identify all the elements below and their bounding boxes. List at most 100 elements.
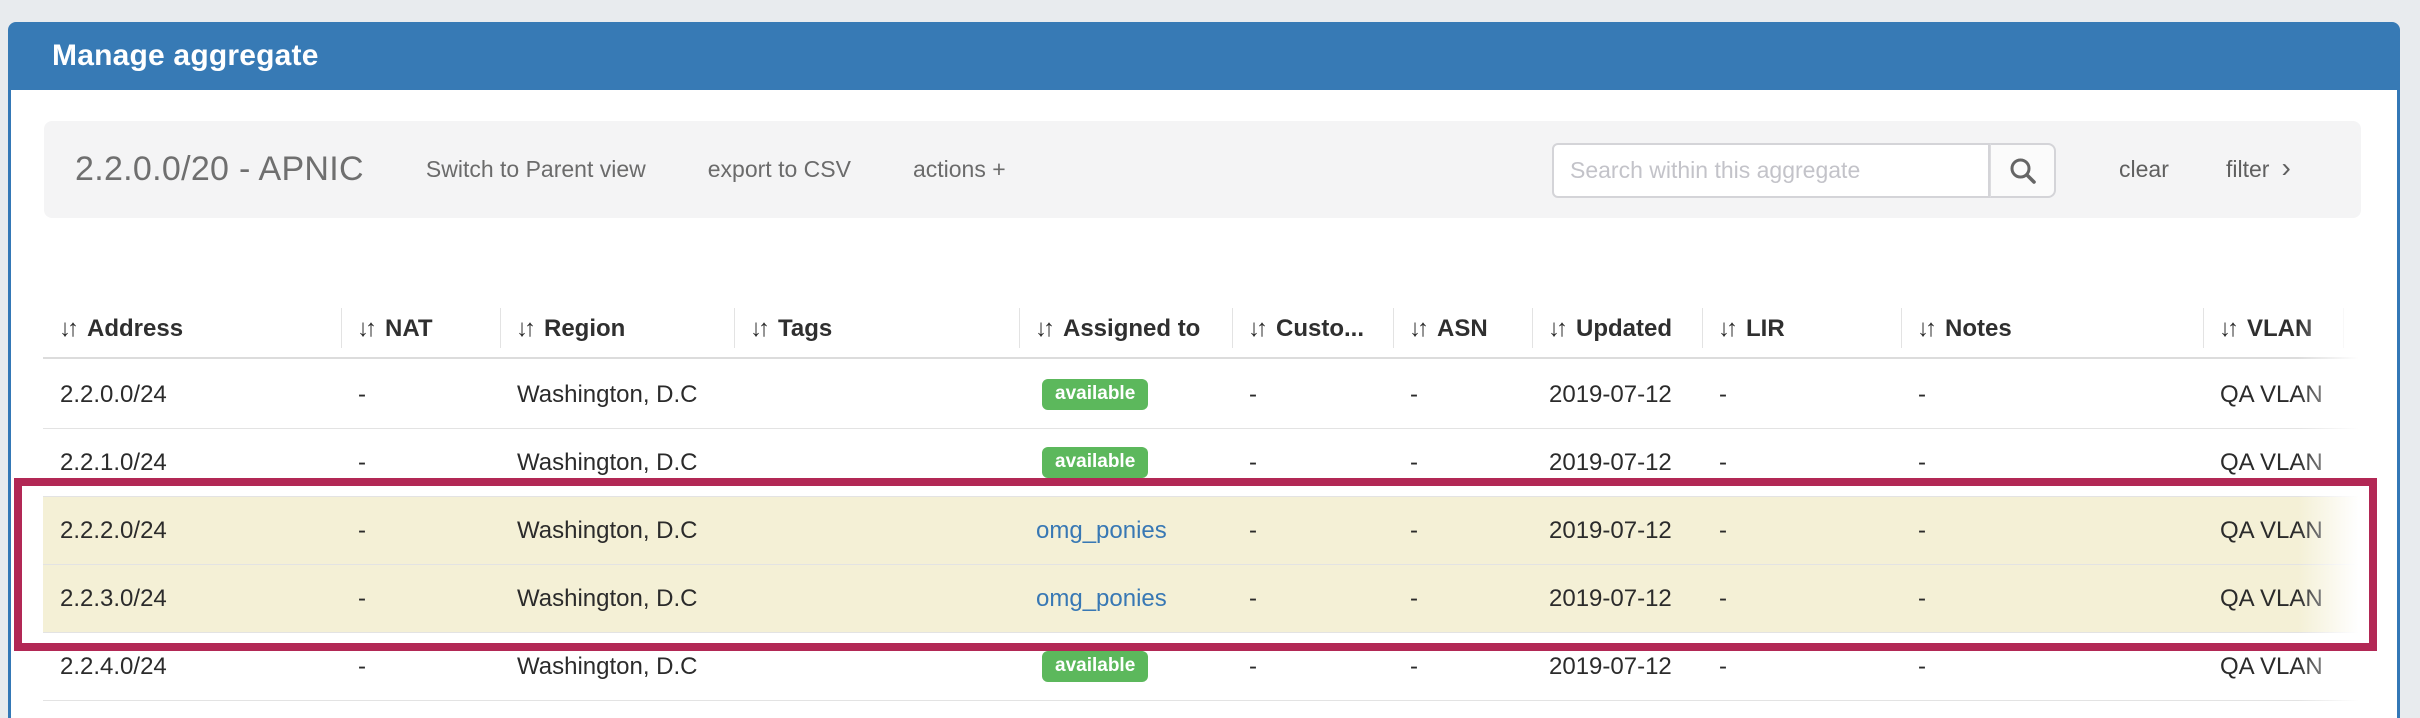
cell-notes: - xyxy=(1901,361,2203,428)
cell-lir: - xyxy=(1702,565,1901,632)
column-label: VLAN xyxy=(2247,315,2312,343)
column-header-tags[interactable]: ↓↑ Tags xyxy=(734,300,1019,357)
column-header-clipped xyxy=(2343,300,2363,357)
column-header-updated[interactable]: ↓↑ Updated xyxy=(1532,300,1702,357)
status-badge[interactable]: available xyxy=(1042,447,1148,478)
cell-region: Washington, D.C xyxy=(500,361,734,428)
cell-notes: - xyxy=(1901,633,2203,700)
cell-region: Washington, D.C xyxy=(500,429,734,496)
cell-notes: - xyxy=(1901,429,2203,496)
cell-assigned-to: omg_ponies xyxy=(1019,565,1232,632)
clipped-link-marker[interactable]: • xyxy=(2343,429,2363,496)
cell-nat: - xyxy=(341,361,500,428)
cell-asn: - xyxy=(1393,633,1532,700)
cell-vlan: QA VLAN xyxy=(2203,497,2343,564)
cell-address: 2.2.3.0/24 xyxy=(43,565,341,632)
cell-assigned-to: available xyxy=(1019,361,1232,428)
cell-tags xyxy=(734,497,1019,564)
cell-address: 2.2.0.0/24 xyxy=(43,361,341,428)
table-row: 2.2.1.0/24 - Washington, D.C available -… xyxy=(43,429,2363,497)
column-label: Address xyxy=(87,315,183,343)
switch-parent-view-link[interactable]: Switch to Parent view xyxy=(426,156,646,183)
column-label: Notes xyxy=(1945,315,2012,343)
cell-tags xyxy=(734,633,1019,700)
column-label: LIR xyxy=(1746,315,1785,343)
cell-customer: - xyxy=(1232,497,1393,564)
search-icon xyxy=(2007,155,2039,187)
cell-notes: - xyxy=(1901,565,2203,632)
column-label: Custo... xyxy=(1276,315,1364,343)
column-label: Updated xyxy=(1576,315,1672,343)
table-row: 2.2.4.0/24 - Washington, D.C available -… xyxy=(43,633,2363,701)
cell-lir: - xyxy=(1702,361,1901,428)
cell-assigned-to: available xyxy=(1019,633,1232,700)
cell-asn: - xyxy=(1393,361,1532,428)
sort-icon: ↓↑ xyxy=(2219,315,2238,343)
cell-customer: - xyxy=(1232,565,1393,632)
clipped-link-marker[interactable]: • xyxy=(2343,361,2363,428)
column-header-notes[interactable]: ↓↑ Notes xyxy=(1901,300,2203,357)
column-header-lir[interactable]: ↓↑ LIR xyxy=(1702,300,1901,357)
cell-address: 2.2.1.0/24 xyxy=(43,429,341,496)
cell-updated: 2019-07-12 xyxy=(1532,429,1702,496)
actions-menu-link[interactable]: actions + xyxy=(913,156,1006,183)
clear-button[interactable]: clear xyxy=(2119,121,2169,218)
clipped-link-marker[interactable]: • xyxy=(2343,633,2363,700)
table-row: 2.2.0.0/24 - Washington, D.C available -… xyxy=(43,361,2363,429)
column-header-nat[interactable]: ↓↑ NAT xyxy=(341,300,500,357)
export-csv-link[interactable]: export to CSV xyxy=(708,156,851,183)
cell-updated: 2019-07-12 xyxy=(1532,361,1702,428)
column-header-customer[interactable]: ↓↑ Custo... xyxy=(1232,300,1393,357)
sort-icon: ↓↑ xyxy=(1409,315,1428,343)
cell-customer: - xyxy=(1232,361,1393,428)
table-body: 2.2.0.0/24 - Washington, D.C available -… xyxy=(43,361,2363,701)
assigned-user-link[interactable]: omg_ponies xyxy=(1036,585,1167,613)
status-badge[interactable]: available xyxy=(1042,379,1148,410)
cell-assigned-to: available xyxy=(1019,429,1232,496)
cell-nat: - xyxy=(341,633,500,700)
cell-tags xyxy=(734,429,1019,496)
cell-notes: - xyxy=(1901,497,2203,564)
cell-tags xyxy=(734,361,1019,428)
table-row-highlighted: 2.2.2.0/24 - Washington, D.C omg_ponies … xyxy=(43,497,2363,565)
cell-region: Washington, D.C xyxy=(500,633,734,700)
column-header-vlan[interactable]: ↓↑ VLAN xyxy=(2203,300,2343,357)
cell-vlan: QA VLAN xyxy=(2203,565,2343,632)
page: Manage aggregate 2.2.0.0/20 - APNIC Swit… xyxy=(0,0,2420,718)
table-row-highlighted: 2.2.3.0/24 - Washington, D.C omg_ponies … xyxy=(43,565,2363,633)
cell-updated: 2019-07-12 xyxy=(1532,497,1702,564)
clipped-link-marker[interactable]: • xyxy=(2343,497,2363,564)
cell-updated: 2019-07-12 xyxy=(1532,633,1702,700)
column-header-asn[interactable]: ↓↑ ASN xyxy=(1393,300,1532,357)
cell-region: Washington, D.C xyxy=(500,565,734,632)
cell-tags xyxy=(734,565,1019,632)
clipped-link-marker[interactable]: • xyxy=(2343,565,2363,632)
assigned-user-link[interactable]: omg_ponies xyxy=(1036,517,1167,545)
sort-icon: ↓↑ xyxy=(1548,315,1567,343)
filter-label: filter xyxy=(2226,156,2269,183)
column-label: ASN xyxy=(1437,315,1488,343)
status-badge[interactable]: available xyxy=(1042,651,1148,682)
sort-icon: ↓↑ xyxy=(1035,315,1054,343)
column-label: NAT xyxy=(385,315,433,343)
cell-vlan: QA VLAN xyxy=(2203,361,2343,428)
cell-lir: - xyxy=(1702,633,1901,700)
cell-lir: - xyxy=(1702,497,1901,564)
column-header-assigned-to[interactable]: ↓↑ Assigned to xyxy=(1019,300,1232,357)
filter-button[interactable]: filter › xyxy=(2226,121,2291,218)
column-label: Assigned to xyxy=(1063,315,1200,343)
cell-vlan: QA VLAN xyxy=(2203,633,2343,700)
cell-vlan: QA VLAN xyxy=(2203,429,2343,496)
sort-icon: ↓↑ xyxy=(59,315,78,343)
sort-icon: ↓↑ xyxy=(750,315,769,343)
cell-region: Washington, D.C xyxy=(500,497,734,564)
cell-address: 2.2.4.0/24 xyxy=(43,633,341,700)
search-button[interactable] xyxy=(1990,143,2056,198)
sort-icon: ↓↑ xyxy=(516,315,535,343)
column-header-address[interactable]: ↓↑ Address xyxy=(43,300,341,357)
column-label: Tags xyxy=(778,315,832,343)
cell-address: 2.2.2.0/24 xyxy=(43,497,341,564)
column-header-region[interactable]: ↓↑ Region xyxy=(500,300,734,357)
clear-label: clear xyxy=(2119,156,2169,183)
search-input[interactable] xyxy=(1552,143,1990,198)
